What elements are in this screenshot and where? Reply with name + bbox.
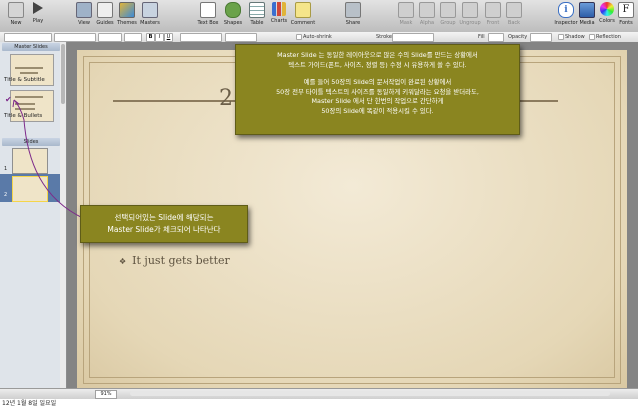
front-icon	[485, 2, 501, 18]
bullet-item[interactable]: ❖ It just gets better	[119, 254, 230, 267]
callout-left-line-2: Master Slide가 체크되어 나타난다	[107, 225, 221, 234]
master-label-title-subtitle: Title & Subtitle	[4, 77, 45, 83]
callout-top-spacer	[236, 70, 519, 78]
stroke-label: Stroke	[376, 34, 392, 40]
reflection-checkbox[interactable]	[589, 34, 595, 40]
callout-left-line-1: 선택되어있는 Slide에 해당되는	[114, 213, 214, 222]
opacity-slider[interactable]	[530, 33, 552, 42]
callout-top-line-6: 50장의 Slide에 똑같이 적용시킬 수 있다.	[321, 106, 434, 115]
guides-icon	[97, 2, 113, 18]
masters-button[interactable]: Masters	[136, 2, 164, 27]
font-family-popup[interactable]	[54, 33, 96, 42]
slide-number-2: 2	[4, 192, 8, 198]
fonts-icon: F	[618, 2, 634, 18]
fill-well[interactable]	[488, 33, 504, 42]
slides-header: Slides	[2, 138, 60, 146]
fill-label: Fill	[478, 34, 485, 40]
play-icon	[33, 2, 43, 14]
font-size-popup[interactable]	[124, 33, 142, 42]
bullet-diamond-icon: ❖	[119, 257, 127, 266]
themes-icon	[119, 2, 135, 18]
alpha-icon	[419, 2, 435, 18]
fonts-button[interactable]: F Fonts	[612, 2, 638, 27]
status-bar: 91%	[0, 388, 638, 399]
callout-top-line-3: 예를 들어 50장의 Slide의 문서작업이 완료된 상황에서	[303, 78, 452, 87]
back-button[interactable]: Back	[500, 2, 528, 27]
stroke-popup[interactable]	[392, 33, 434, 42]
alignment-controls[interactable]	[180, 33, 222, 42]
underline-button[interactable]: U	[164, 33, 173, 42]
callout-top-line-4: 50장 전부 타이틀 텍스트의 사이즈를 동일하게 키워달라는 요청을 받더라도…	[276, 87, 479, 96]
italic-button[interactable]: I	[155, 33, 164, 42]
mask-icon	[398, 2, 414, 18]
shapes-icon	[225, 2, 241, 18]
view-icon	[76, 2, 92, 18]
share-icon	[345, 2, 361, 18]
comment-button[interactable]: Comment	[289, 2, 317, 27]
info-icon: i	[558, 2, 574, 18]
group-icon	[440, 2, 456, 18]
font-typeface-popup[interactable]	[98, 33, 122, 42]
master-label-title-bullets: Title & Bullets	[4, 113, 43, 119]
reflection-label: Reflection	[596, 34, 621, 40]
navigator-scroll-thumb[interactable]	[61, 44, 65, 104]
new-icon	[8, 2, 24, 18]
opacity-label: Opacity	[508, 34, 528, 40]
callout-top-line-1: Master Slide 는 동일한 레이아웃으로 많은 수의 Slide를 만…	[277, 51, 478, 59]
back-icon	[506, 2, 522, 18]
play-button[interactable]: Play	[24, 2, 52, 25]
slide-thumbnail-1[interactable]	[12, 148, 48, 174]
callout-top-line-5: Master Slide 에서 단 한번의 작업으로 간단하게	[311, 97, 444, 106]
charts-icon	[272, 2, 286, 16]
slide-number-1: 1	[4, 166, 8, 172]
slide-title-text[interactable]: 2	[219, 86, 233, 111]
zoom-popup[interactable]: 91%	[95, 390, 117, 399]
checkmark-icon: ✔	[5, 95, 12, 104]
masters-icon	[142, 2, 158, 18]
shadow-checkbox[interactable]	[558, 34, 564, 40]
text-box-icon	[200, 2, 216, 18]
shadow-label: Shadow	[565, 34, 585, 40]
share-button[interactable]: Share	[339, 2, 367, 27]
comment-icon	[295, 2, 311, 18]
style-popup[interactable]	[4, 33, 52, 42]
master-slides-header: Master Slides	[2, 43, 60, 51]
auto-shrink-label: Auto-shrink	[303, 34, 332, 40]
callout-master-slide-explanation: Master Slide 는 동일한 레이아웃으로 많은 수의 Slide를 만…	[235, 44, 520, 135]
table-icon	[249, 2, 265, 18]
slide-row-1[interactable]: 1	[0, 146, 60, 174]
ungroup-icon	[462, 2, 478, 18]
bullet-text: It just gets better	[132, 254, 230, 267]
toolbar: New Play View Guides Themes Masters Text…	[0, 0, 638, 33]
text-box-button[interactable]: Text Box	[194, 2, 222, 27]
slide-thumbnail-2[interactable]	[12, 176, 48, 202]
date-caption: 12년 1월 8일 일요일	[0, 399, 638, 409]
callout-selected-slide-master: 선택되어있는 Slide에 해당되는 Master Slide가 체크되어 나타…	[80, 205, 248, 243]
navigator-scrollbar[interactable]	[60, 42, 66, 399]
bold-button[interactable]: B	[146, 33, 155, 42]
slide-navigator: Master Slides Title & Subtitle ✔ Title &…	[0, 42, 67, 399]
spacing-controls[interactable]	[225, 33, 257, 42]
callout-top-line-2: 텍스트 가이드(폰트, 사이즈, 정렬 등) 수정 시 유용하게 쓸 수 있다.	[288, 60, 467, 69]
slide-row-2[interactable]: 2	[0, 174, 60, 202]
auto-shrink-checkbox[interactable]	[296, 34, 302, 40]
horizontal-scrollbar[interactable]	[130, 391, 610, 396]
